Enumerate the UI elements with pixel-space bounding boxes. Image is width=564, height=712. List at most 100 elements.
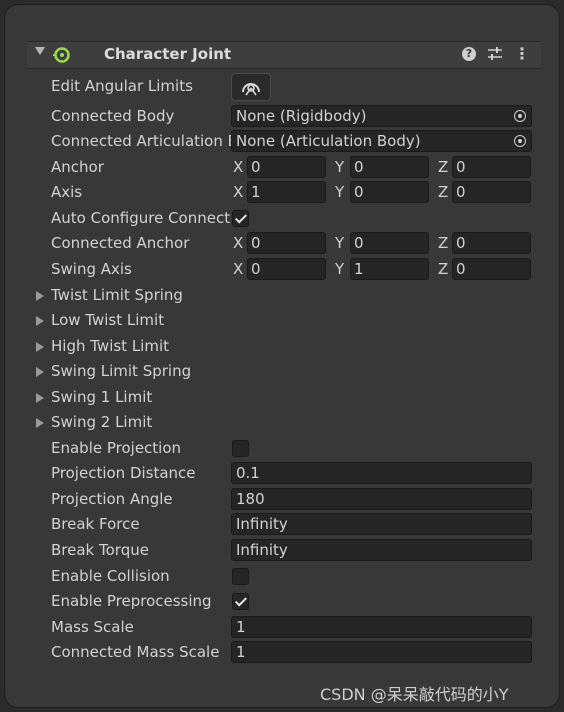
- y-label: Y: [335, 260, 345, 278]
- mass-scale-label: Mass Scale: [51, 618, 134, 636]
- swing-axis-y-value: 1: [354, 260, 364, 278]
- projection-angle-label: Projection Angle: [51, 490, 173, 508]
- collapse-arrow-icon[interactable]: [35, 47, 45, 55]
- foldout-twist-limit-spring[interactable]: Twist Limit Spring: [5, 284, 559, 308]
- anchor-x-field[interactable]: 0: [247, 156, 326, 178]
- connected-anchor-label: Connected Anchor: [51, 234, 190, 252]
- enable-collision-checkbox[interactable]: [232, 568, 249, 585]
- connected-articulation-field[interactable]: None (Articulation Body): [231, 130, 532, 152]
- object-picker-icon[interactable]: [514, 110, 526, 122]
- break-torque-label: Break Torque: [51, 541, 149, 559]
- connected-body-value: None (Rigidbody): [236, 107, 367, 125]
- break-torque-value: Infinity: [236, 541, 288, 559]
- foldout-label: Swing 1 Limit: [51, 388, 153, 406]
- foldout-low-twist-limit[interactable]: Low Twist Limit: [5, 309, 559, 333]
- foldout-label: Swing 2 Limit: [51, 413, 153, 431]
- swing-axis-y-field[interactable]: 1: [350, 258, 429, 280]
- connected-body-row: Connected Body None (Rigidbody): [5, 105, 559, 129]
- connected-anchor-z-value: 0: [456, 234, 466, 252]
- foldout-swing-2-limit[interactable]: Swing 2 Limit: [5, 411, 559, 435]
- y-label: Y: [335, 183, 345, 201]
- swing-axis-label: Swing Axis: [51, 260, 132, 278]
- expand-arrow-icon[interactable]: [36, 367, 44, 377]
- projection-distance-label: Projection Distance: [51, 464, 196, 482]
- expand-arrow-icon[interactable]: [36, 393, 44, 403]
- anchor-y-value: 0: [354, 158, 364, 176]
- axis-y-field[interactable]: 0: [350, 181, 429, 203]
- foldout-label: High Twist Limit: [51, 337, 170, 355]
- presets-icon[interactable]: [487, 45, 503, 63]
- z-label: Z: [438, 158, 449, 176]
- projection-distance-field[interactable]: 0.1: [231, 462, 532, 484]
- projection-distance-value: 0.1: [236, 464, 260, 482]
- auto-configure-checkbox[interactable]: [232, 210, 249, 227]
- axis-x-field[interactable]: 1: [247, 181, 326, 203]
- connected-mass-scale-field[interactable]: 1: [231, 641, 532, 663]
- object-picker-icon[interactable]: [514, 135, 526, 147]
- anchor-row: Anchor X 0 Y 0 Z 0: [5, 156, 559, 180]
- swing-axis-row: Swing Axis X 0 Y 1 Z 0: [5, 258, 559, 282]
- swing-axis-x-value: 0: [251, 260, 261, 278]
- auto-configure-label: Auto Configure Connecte: [51, 209, 231, 227]
- expand-arrow-icon[interactable]: [36, 342, 44, 352]
- enable-projection-checkbox[interactable]: [232, 440, 249, 457]
- enable-preprocessing-label: Enable Preprocessing: [51, 592, 212, 610]
- help-icon[interactable]: ?: [462, 47, 476, 61]
- edit-angular-limits-label: Edit Angular Limits: [51, 77, 193, 95]
- mass-scale-row: Mass Scale 1: [5, 616, 559, 640]
- enable-collision-row: Enable Collision: [5, 565, 559, 589]
- connected-body-field[interactable]: None (Rigidbody): [231, 105, 532, 127]
- edit-angular-limits-icon: [242, 83, 260, 96]
- break-force-row: Break Force Infinity: [5, 513, 559, 537]
- z-label: Z: [438, 234, 449, 252]
- component-header[interactable]: Character Joint ? ⋮: [27, 41, 541, 69]
- axis-label: Axis: [51, 183, 83, 201]
- z-label: Z: [438, 183, 449, 201]
- axis-z-field[interactable]: 0: [452, 181, 531, 203]
- swing-axis-x-field[interactable]: 0: [247, 258, 326, 280]
- expand-arrow-icon[interactable]: [36, 418, 44, 428]
- anchor-z-value: 0: [456, 158, 466, 176]
- mass-scale-field[interactable]: 1: [231, 616, 532, 638]
- projection-angle-field[interactable]: 180: [231, 488, 532, 510]
- enable-preprocessing-checkbox[interactable]: [232, 593, 249, 610]
- enable-projection-label: Enable Projection: [51, 439, 182, 457]
- edit-angular-limits-button[interactable]: [231, 73, 271, 101]
- break-torque-row: Break Torque Infinity: [5, 539, 559, 563]
- enable-projection-row: Enable Projection: [5, 437, 559, 461]
- enable-preprocessing-row: Enable Preprocessing: [5, 590, 559, 614]
- expand-arrow-icon[interactable]: [36, 291, 44, 301]
- anchor-y-field[interactable]: 0: [350, 156, 429, 178]
- projection-angle-row: Projection Angle 180: [5, 488, 559, 512]
- connected-body-label: Connected Body: [51, 107, 175, 125]
- foldout-swing-limit-spring[interactable]: Swing Limit Spring: [5, 360, 559, 384]
- edit-angular-limits-row: Edit Angular Limits: [5, 75, 559, 99]
- projection-distance-row: Projection Distance 0.1: [5, 462, 559, 486]
- anchor-z-field[interactable]: 0: [452, 156, 531, 178]
- connected-articulation-row: Connected Articulation B None (Articulat…: [5, 130, 559, 154]
- connected-articulation-label: Connected Articulation B: [51, 132, 231, 150]
- swing-axis-z-value: 0: [456, 260, 466, 278]
- connected-articulation-value: None (Articulation Body): [236, 132, 421, 150]
- x-label: X: [233, 260, 244, 278]
- axis-z-value: 0: [456, 183, 466, 201]
- character-joint-icon: [53, 47, 70, 63]
- break-force-field[interactable]: Infinity: [231, 513, 532, 535]
- expand-arrow-icon[interactable]: [36, 316, 44, 326]
- break-force-label: Break Force: [51, 515, 140, 533]
- watermark: CSDN @呆呆敲代码的小Y: [320, 685, 509, 704]
- foldout-high-twist-limit[interactable]: High Twist Limit: [5, 335, 559, 359]
- mass-scale-value: 1: [236, 618, 246, 636]
- connected-anchor-x-field[interactable]: 0: [247, 232, 326, 254]
- swing-axis-z-field[interactable]: 0: [452, 258, 531, 280]
- break-torque-field[interactable]: Infinity: [231, 539, 532, 561]
- connected-mass-scale-label: Connected Mass Scale: [51, 643, 220, 661]
- y-label: Y: [335, 158, 345, 176]
- connected-anchor-z-field[interactable]: 0: [452, 232, 531, 254]
- component-title: Character Joint: [104, 45, 232, 63]
- kebab-menu-icon[interactable]: ⋮: [514, 44, 530, 63]
- foldout-swing-1-limit[interactable]: Swing 1 Limit: [5, 386, 559, 410]
- x-label: X: [233, 183, 244, 201]
- projection-angle-value: 180: [236, 490, 265, 508]
- connected-anchor-y-field[interactable]: 0: [350, 232, 429, 254]
